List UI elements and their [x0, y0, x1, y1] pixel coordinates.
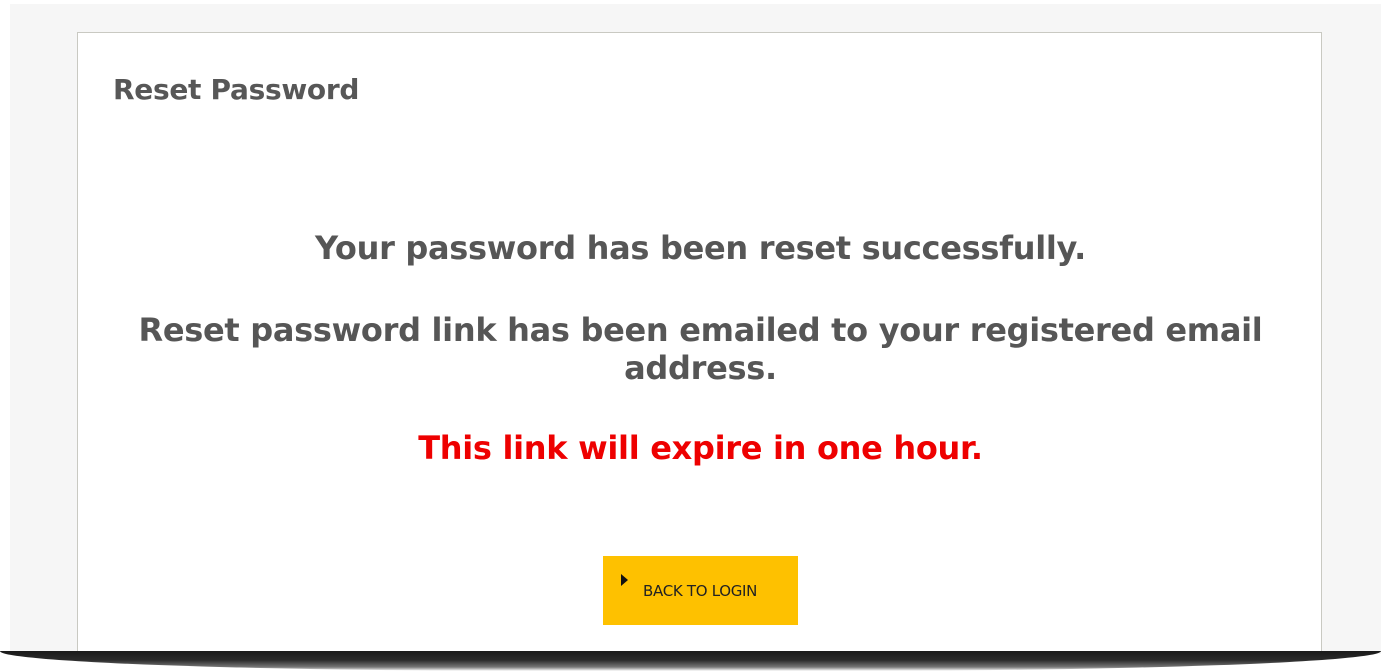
back-to-login-button[interactable]: BACK TO LOGIN — [603, 556, 798, 625]
card-title: Reset Password — [113, 73, 360, 106]
caret-right-icon — [621, 574, 628, 586]
expiry-warning: This link will expire in one hour. — [418, 429, 983, 467]
message-area: Your password has been reset successfull… — [138, 229, 1263, 467]
emailed-message: Reset password link has been emailed to … — [138, 311, 1263, 387]
reset-password-card: Reset Password Your password has been re… — [77, 32, 1322, 656]
bottom-shadow — [0, 651, 1381, 671]
screen: Reset Password Your password has been re… — [0, 0, 1381, 671]
success-message: Your password has been reset successfull… — [314, 229, 1087, 267]
back-to-login-label: BACK TO LOGIN — [643, 582, 758, 600]
